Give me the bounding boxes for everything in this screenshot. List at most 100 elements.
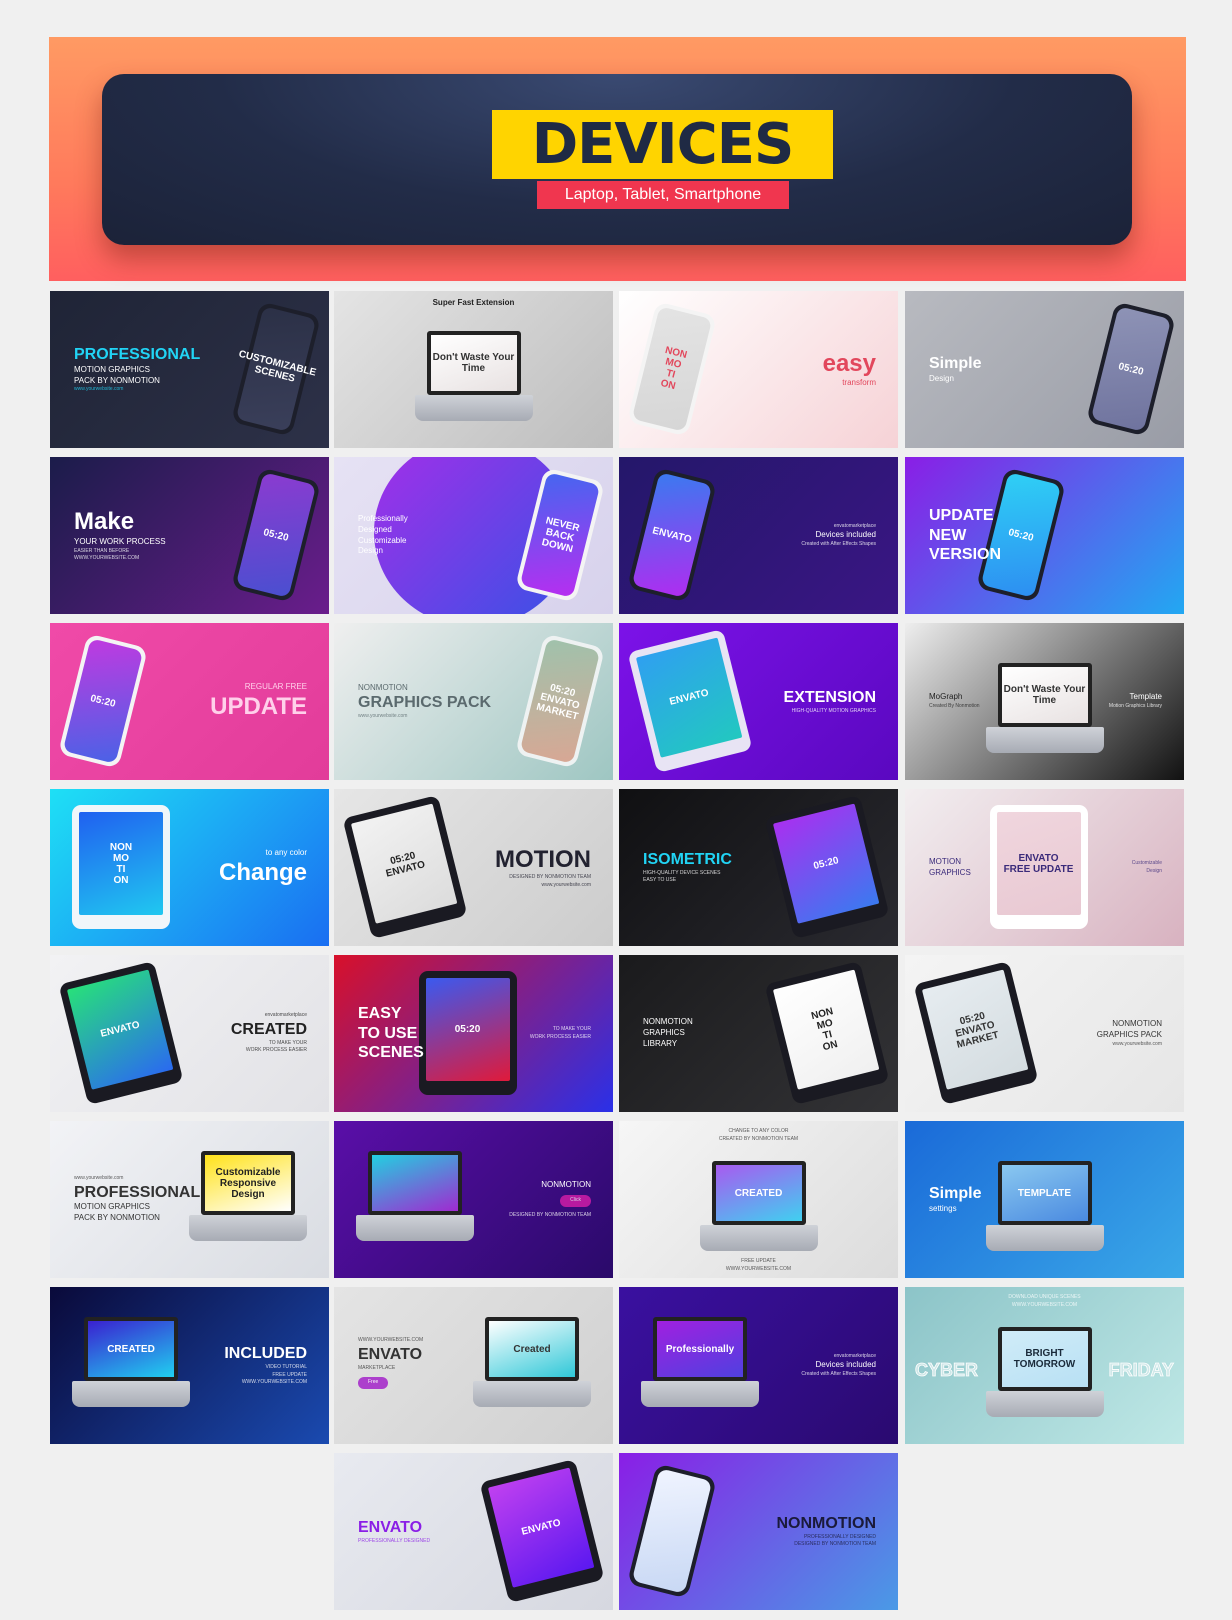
preview-thumbnail[interactable]: CREATED INCLUDED VIDEO TUTORIAL FREE UPDATE… (50, 1287, 329, 1444)
text-line: PROFESSIONALLY DESIGNED (803, 1533, 876, 1540)
text-line: to any color (265, 847, 307, 857)
cta-button[interactable]: Click (560, 1195, 591, 1207)
preview-thumbnail[interactable]: NONMOTION PROFESSIONALLY DESIGNED DESIGNED… (619, 1453, 898, 1610)
text-line: MOTION (929, 856, 961, 866)
preview-thumbnail[interactable]: CREATED CHANGE TO ANY COLOR CREATED BY NON… (619, 1121, 898, 1278)
hero-panel: DEVICES Laptop, Tablet, Smartphone (102, 74, 1132, 245)
thumbnail-text: NONMOTION GRAPHICS PACK www.yourwebsite.co… (344, 623, 511, 780)
thumbnail-text: TO MAKE YOUR WORK PROCESS EASIER (493, 955, 605, 1112)
preview-thumbnail[interactable]: 05:20 ENVATO MARKET NONMOTION GRAPHICS PAC… (905, 955, 1184, 1112)
text-line: HIGH-QUALITY MOTION GRAPHICS (791, 707, 876, 714)
preview-thumbnail[interactable]: 05:20 ISOMETRIC HIGH-QUALITY DEVICE SCENES… (619, 789, 898, 946)
text-line: Created By Nonmotion (929, 703, 980, 710)
preview-thumbnail[interactable]: ENVATO envatomarketplace Devices included C… (619, 457, 898, 614)
preview-thumbnail[interactable]: 05:20 UPDATE NEW VERSION (905, 457, 1184, 614)
text-line: www.yourwebsite.com (358, 712, 408, 719)
text-line: LIBRARY (643, 1038, 678, 1048)
phone-mockup: 05:20 (230, 467, 322, 603)
device-screen-text: BRIGHT TOMORROW (997, 1327, 1092, 1391)
preview-thumbnail[interactable]: 05:20 Make YOUR WORK PROCESS EASIER THAN BE… (50, 457, 329, 614)
preview-thumbnail[interactable]: BRIGHT TOMORROW DOWNLOAD UNIQUE SCENES WWW… (905, 1287, 1184, 1444)
preview-thumbnail[interactable]: ENVATO EXTENSION HIGH-QUALITY MOTION GRAPH… (619, 623, 898, 780)
thumbnail-text: Customizable Design (1064, 789, 1176, 946)
thumbnail-text: Simple settings (915, 1121, 1082, 1278)
cta-button[interactable]: Free (358, 1377, 389, 1389)
preview-thumbnail[interactable]: Professionally envatomarketplace Devices i… (619, 1287, 898, 1444)
preview-thumbnail[interactable]: 05:20 ENVATO MOTION DESIGNED BY NONMOTION … (334, 789, 613, 946)
thumbnail-text: envatomarketplace Devices included Created… (723, 1287, 890, 1444)
text-line: WORK PROCESS EASIER (529, 1033, 591, 1040)
text-line: MARKETPLACE (358, 1364, 396, 1371)
text-line: Simple (929, 355, 982, 373)
preview-thumbnail[interactable]: NEVER BACK DOWN Professionally Designed Cus… (334, 457, 613, 614)
text-line: VERSION (929, 546, 1002, 564)
text-line: www.yourwebsite.com (74, 1175, 124, 1182)
preview-thumbnail[interactable]: TEMPLATE Simple settings (905, 1121, 1184, 1278)
text-line: Created with After Effects Shapes (801, 540, 876, 547)
text-line: ENVATO (358, 1345, 423, 1363)
text-line: transform (842, 378, 876, 388)
phone-mockup: 05:20 ENVATO MARKET (514, 633, 606, 769)
text-line: WWW.YOURWEBSITE.COM (241, 1379, 307, 1386)
laptop-mockup: BRIGHT TOMORROW (985, 1327, 1104, 1427)
preview-thumbnail[interactable]: 05:20 REGULAR FREE UPDATE (50, 623, 329, 780)
preview-thumbnail[interactable]: Customizable Responsive Design www.yourwe… (50, 1121, 329, 1278)
preview-thumbnail[interactable]: NON MO TI ON easy transform (619, 291, 898, 448)
preview-thumbnail[interactable]: Created WWW.YOURWEBSITE.COM ENVATO MARKETPL… (334, 1287, 613, 1444)
preview-thumbnail[interactable]: NONMOTION Click DESIGNED BY NONMOTION TEAM (334, 1121, 613, 1278)
thumbnail-text: NONMOTION GRAPHICS LIBRARY (629, 955, 796, 1112)
text-line: VIDEO TUTORIAL (265, 1364, 308, 1371)
text-line: www.yourwebsite.com (74, 386, 124, 393)
thumbnail-text: ENVATO PROFESSIONALLY DESIGNED (344, 1453, 511, 1610)
thumbnail-text: MOTION GRAPHICS (915, 789, 1082, 946)
phone-mockup: 05:20 (1085, 301, 1177, 437)
text-line: envatomarketplace (833, 522, 876, 529)
text-line: MOTION GRAPHICS (74, 1202, 151, 1212)
text-line: www.yourwebsite.com (541, 881, 591, 888)
text-line: NEW (929, 526, 967, 544)
thumbnail-text: EXTENSION HIGH-QUALITY MOTION GRAPHICS (723, 623, 890, 780)
text-line: Design (1146, 867, 1162, 874)
preview-thumbnail[interactable]: ENVATO ENVATO PROFESSIONALLY DESIGNED (334, 1453, 613, 1610)
text-line: DESIGNED BY NONMOTION TEAM (509, 874, 591, 881)
text-line: EXTENSION (783, 688, 876, 706)
preview-thumbnail[interactable]: NON MO TI ON to any color Change (50, 789, 329, 946)
text-line: GRAPHICS (929, 867, 971, 877)
thumbnail-text: ISOMETRIC HIGH-QUALITY DEVICE SCENES EASY … (629, 789, 796, 946)
text-line: GRAPHICS PACK (1096, 1029, 1162, 1039)
text-line: EASY TO USE (643, 877, 677, 884)
preview-thumbnail[interactable]: NON MO TI ON NONMOTION GRAPHICS LIBRARY (619, 955, 898, 1112)
text-line: UPDATE (210, 692, 307, 720)
text-line: CREATED BY NONMOTION TEAM (718, 1135, 799, 1142)
preview-thumbnail[interactable]: 05:20 Simple Design (905, 291, 1184, 448)
text-line: WWW.YOURWEBSITE.COM (725, 1265, 792, 1272)
page-title: DEVICES (531, 112, 795, 177)
laptop-mockup: Don't Waste Your Time (414, 331, 533, 431)
title-badge: DEVICES (492, 110, 833, 179)
device-screen-text: 05:20 (62, 638, 144, 764)
device-screen-text: Don't Waste Your Time (426, 331, 521, 395)
preview-thumbnail[interactable]: Don't Waste Your Time Super Fast Extensio… (334, 291, 613, 448)
thumbnail-text: UPDATE NEW VERSION (915, 457, 1082, 614)
preview-thumbnail[interactable]: 05:20 ENVATO MARKET NONMOTION GRAPHICS PAC… (334, 623, 613, 780)
text-line: GRAPHICS PACK (358, 694, 492, 712)
preview-thumbnail[interactable]: CUSTOMIZABLE SCENES PROFESSIONAL MOTION GR… (50, 291, 329, 448)
thumbnail-text: envatomarketplace CREATED TO MAKE YOUR WORK… (154, 955, 321, 1112)
preview-thumbnail[interactable]: ENVATO FREE UPDATE MOTION GRAPHICS Customiz… (905, 789, 1184, 946)
preview-thumbnail[interactable]: ENVATO envatomarketplace CREATED TO MAKE YO… (50, 955, 329, 1112)
preview-thumbnail[interactable]: 05:20 EASY TO USE SCENES TO MAKE YOUR WORK PR… (334, 955, 613, 1112)
thumbnail-text: MOTION DESIGNED BY NONMOTION TEAM www.your… (438, 789, 605, 946)
text-line: WORK PROCESS EASIER (245, 1047, 307, 1054)
device-screen-text: ENVATO (631, 472, 713, 598)
thumbnail-text: NONMOTION GRAPHICS PACK www.yourwebsite.co… (1009, 955, 1176, 1112)
thumbnail-text: FREE UPDATE WWW.YOURWEBSITE.COM (619, 1258, 898, 1272)
phone-mockup: ENVATO (626, 467, 718, 603)
text-line: CREATED (230, 1020, 307, 1038)
text-line: PROFESSIONAL (74, 346, 201, 364)
thumbnail-text: Simple Design (915, 291, 1082, 448)
subtitle-badge: Laptop, Tablet, Smartphone (537, 181, 789, 209)
preview-thumbnail[interactable]: Don't Waste Your Time MoGraph Created By N… (905, 623, 1184, 780)
text-line: EASIER THAN BEFORE (74, 547, 130, 554)
laptop-keyboard (699, 1225, 818, 1251)
thumbnail-text: easy transform (723, 291, 890, 448)
